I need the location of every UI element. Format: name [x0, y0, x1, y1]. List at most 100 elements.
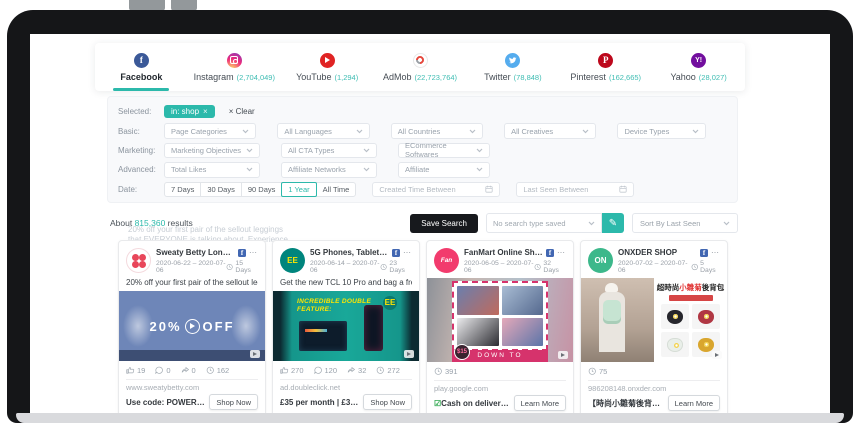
tab-facebook[interactable]: f Facebook: [95, 43, 188, 91]
chevron-down-icon: [363, 167, 370, 172]
date-range-segmented: 7 Days 30 Days 90 Days 1 Year All Time: [164, 182, 356, 198]
shop-now-button[interactable]: Shop Now: [363, 394, 412, 410]
ad-duration: 32 Days: [543, 260, 566, 274]
video-badge-icon: [250, 350, 260, 358]
tab-admob[interactable]: AdMob(22,723,764): [374, 43, 467, 91]
tab-twitter[interactable]: Twitter(78,848): [466, 43, 559, 91]
saved-search-dropdown[interactable]: No search type saved: [486, 213, 602, 233]
play-icon[interactable]: [185, 319, 200, 334]
product-collage: [452, 281, 548, 351]
results-toolbar: About 815,360 results Save Search No sea…: [110, 212, 738, 234]
edit-saved-search-button[interactable]: ✎: [602, 213, 624, 233]
tab-yahoo[interactable]: Y! Yahoo(28,027): [652, 43, 745, 91]
screen: f Facebook Instagram(2,704,049) YouTube(…: [30, 34, 830, 423]
twitter-icon: [505, 53, 520, 68]
ad-creative-image[interactable]: INCREDIBLE DOUBLEFEATURE: EE: [273, 291, 419, 361]
network-tabbar: f Facebook Instagram(2,704,049) YouTube(…: [95, 43, 745, 91]
filter-row-selected: Selected: in: shop × × Clear: [118, 102, 727, 121]
advertiser-avatar: ON: [588, 248, 613, 273]
chevron-down-icon: [469, 129, 476, 134]
chevron-down-icon: [476, 167, 483, 172]
date-30-days[interactable]: 30 Days: [200, 182, 242, 198]
ad-stats: 75: [588, 367, 720, 376]
dropdown-countries[interactable]: All Countries: [391, 123, 483, 139]
ad-creative-image[interactable]: 20%OFF: [119, 291, 265, 361]
ad-stats: 19 0 0 162: [126, 366, 258, 375]
date-7-days[interactable]: 7 Days: [164, 182, 201, 198]
more-menu-icon[interactable]: ⋯: [557, 248, 566, 257]
ad-card-sweaty-betty[interactable]: Sweaty Betty London | Wom... f ⋯ 2020-06…: [118, 240, 266, 423]
dropdown-page-categories[interactable]: Page Categories: [164, 123, 256, 139]
clear-filters-link[interactable]: × Clear: [229, 107, 255, 116]
ad-domain[interactable]: www.sweatybetty.com: [126, 383, 258, 392]
shop-now-button[interactable]: Shop Now: [209, 394, 258, 410]
dropdown-creatives[interactable]: All Creatives: [504, 123, 596, 139]
date-1-year[interactable]: 1 Year: [281, 182, 316, 198]
ad-duration: 5 Days: [700, 260, 720, 274]
last-seen-between-input[interactable]: Last Seen Between: [516, 182, 634, 198]
ad-text: Get the new TCL 10 Pro and bag a free TC…: [280, 278, 412, 287]
more-menu-icon[interactable]: ⋯: [711, 248, 720, 257]
ad-domain[interactable]: 986208148.onxder.com: [588, 384, 720, 393]
product-panel: 超時尚小雛菊後背包: [654, 278, 727, 362]
bag-thumbnail: [661, 304, 689, 329]
filter-panel: Selected: in: shop × × Clear Basic: Page…: [107, 96, 738, 203]
ad-card-ee[interactable]: EE 5G Phones, Tablets & SIMs | ... f ⋯ 2…: [272, 240, 420, 423]
ad-creative-image[interactable]: DOWN TO $15: [427, 278, 573, 362]
dropdown-affiliate-networks[interactable]: Affiliate Networks: [281, 162, 377, 178]
tab-youtube[interactable]: YouTube(1,294): [281, 43, 374, 91]
ad-date-range: 2020-06-14 – 2020-07-06: [310, 260, 380, 274]
ad-domain[interactable]: ad.doubleclick.net: [280, 383, 412, 392]
advertiser-name[interactable]: 5G Phones, Tablets & SIMs | ...: [310, 248, 389, 257]
date-all-time[interactable]: All Time: [316, 182, 357, 198]
heat-clock-icon: [206, 366, 215, 375]
ad-date-range: 2020-06-22 – 2020-07-06: [156, 260, 226, 274]
dropdown-affiliate[interactable]: Affiliate: [398, 162, 490, 178]
learn-more-button[interactable]: Learn More: [514, 395, 566, 411]
results-count-text: About 815,360 results: [110, 218, 193, 228]
dropdown-ecommerce-softwares[interactable]: ECommerce Softwares: [398, 143, 490, 159]
clock-icon: [226, 263, 233, 271]
advertiser-name[interactable]: Sweaty Betty London | Wom...: [156, 248, 235, 257]
ad-creative-image[interactable]: 超時尚小雛菊後背包: [581, 278, 727, 362]
ad-stats: 270 120 32 272: [280, 366, 412, 375]
advertiser-name[interactable]: FanMart Online Shopping - F...: [464, 248, 543, 257]
chevron-down-icon: [363, 148, 370, 153]
date-90-days[interactable]: 90 Days: [241, 182, 283, 198]
tab-count: (1,294): [334, 73, 358, 82]
dropdown-languages[interactable]: All Languages: [277, 123, 369, 139]
ad-card-fanmart[interactable]: Fan FanMart Online Shopping - F... f ⋯ 2…: [426, 240, 574, 423]
advertiser-name[interactable]: ONXDER SHOP: [618, 248, 697, 257]
share-icon: [181, 366, 190, 375]
dropdown-marketing-objectives[interactable]: Marketing Objectives: [164, 143, 260, 159]
dropdown-total-likes[interactable]: Total Likes: [164, 162, 260, 178]
remove-chip-icon[interactable]: ×: [203, 107, 208, 116]
sort-dropdown[interactable]: Sort By Last Seen: [632, 213, 738, 233]
save-search-button[interactable]: Save Search: [410, 214, 478, 233]
image-badge-icon: [558, 351, 568, 359]
ad-domain[interactable]: play.google.com: [434, 384, 566, 393]
tab-count: (2,704,049): [237, 73, 275, 82]
ad-results-grid: Sweaty Betty London | Wom... f ⋯ 2020-06…: [118, 240, 730, 423]
learn-more-button[interactable]: Learn More: [668, 395, 720, 411]
selected-filter-chip[interactable]: in: shop ×: [164, 105, 215, 118]
ad-card-onxder[interactable]: ON ONXDER SHOP f ⋯ 2020-07-02 – 2020-07-…: [580, 240, 728, 423]
chevron-down-icon: [476, 148, 483, 153]
dropdown-cta-types[interactable]: All CTA Types: [281, 143, 377, 159]
like-icon: [126, 366, 135, 375]
youtube-icon: [320, 53, 335, 68]
tab-instagram[interactable]: Instagram(2,704,049): [188, 43, 281, 91]
more-menu-icon[interactable]: ⋯: [403, 248, 412, 257]
ad-duration: 23 Days: [389, 260, 412, 274]
bag-thumbnail: [692, 304, 720, 329]
created-time-between-input[interactable]: Created Time Between: [372, 182, 500, 198]
dropdown-device-types[interactable]: Device Types: [617, 123, 706, 139]
more-menu-icon[interactable]: ⋯: [249, 248, 258, 257]
admob-icon: [413, 53, 428, 68]
bag-thumbnail: [661, 332, 689, 357]
comment-icon: [155, 366, 164, 375]
filter-row-advanced: Advanced: Total Likes Affiliate Networks…: [118, 160, 727, 179]
results-count: 815,360: [135, 218, 166, 228]
facebook-badge-icon: f: [546, 249, 554, 257]
tab-pinterest[interactable]: P Pinterest(162,665): [559, 43, 652, 91]
